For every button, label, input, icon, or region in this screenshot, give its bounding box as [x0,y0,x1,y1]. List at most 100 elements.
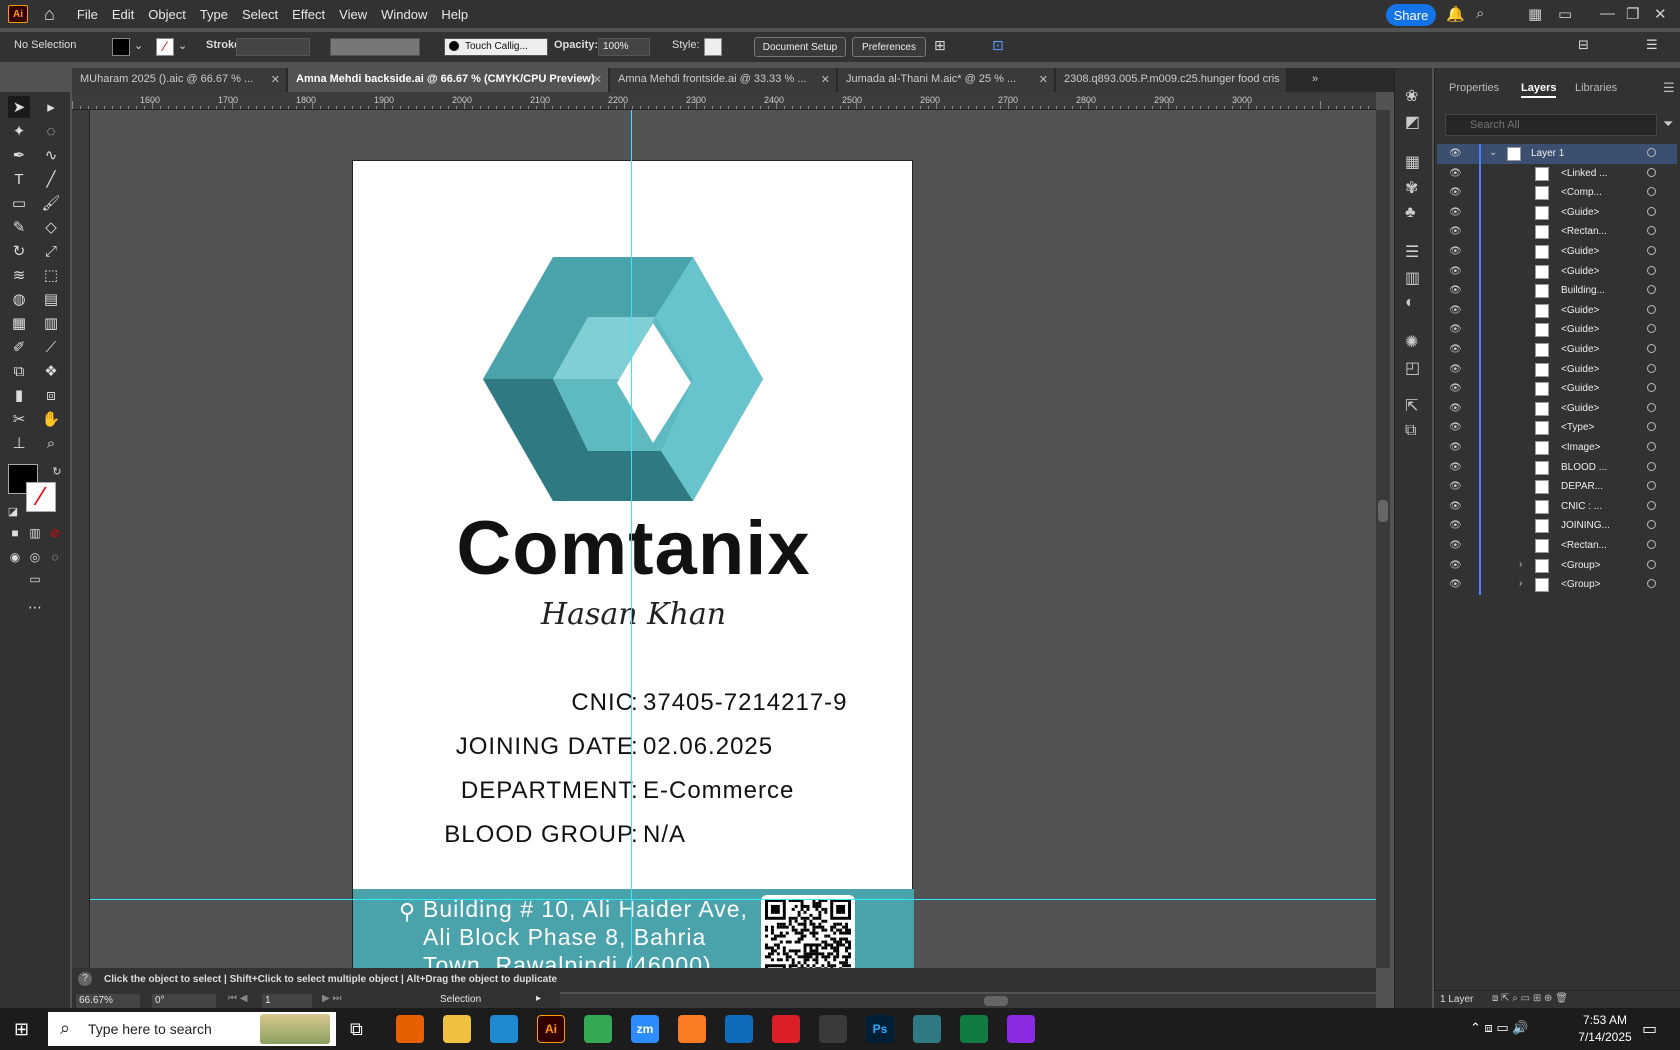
artboard-field[interactable]: 1 [262,994,312,1008]
target-circle-icon[interactable] [1647,187,1656,197]
home-icon[interactable]: ⌂ [44,4,55,25]
eraser-tool-icon[interactable]: ◇ [40,216,62,238]
print-tiling-tool-icon[interactable]: ⊥ [8,432,30,454]
fill-swatch[interactable] [112,38,130,56]
graphic-styles-icon[interactable]: ◰ [1405,358,1420,378]
column-graph-tool-icon[interactable]: ▮ [8,384,30,406]
target-circle-icon[interactable] [1647,383,1656,393]
panel-menu-icon[interactable]: ☰ [1663,80,1675,96]
sublayer-row[interactable]: 👁 <Comp... [1437,183,1677,204]
taskbar-file-explorer-icon[interactable] [443,1015,471,1043]
artboard-tool-icon[interactable]: ⧈ [40,384,62,406]
tab-hunger-food[interactable]: 2308.q893.005.P.m009.c25.hunger food cri… [1056,68,1286,92]
taskbar-vscode-icon[interactable] [490,1015,518,1043]
image-trace-icon[interactable]: ◩ [1405,112,1420,132]
target-circle-icon[interactable] [1647,481,1656,491]
taskbar-pen-tool-icon[interactable] [819,1015,847,1043]
visibility-eye-icon[interactable]: 👁 [1449,344,1462,355]
sublayer-row[interactable]: 👁 <Guide> [1437,261,1677,282]
taskbar-xampp-icon[interactable] [678,1015,706,1043]
minimize-icon[interactable]: — [1600,5,1615,22]
shape-builder-tool-icon[interactable]: ◍ [8,288,30,310]
layers-search-input[interactable] [1445,114,1657,136]
target-circle-icon[interactable] [1647,500,1656,510]
document-setup-button[interactable]: Document Setup [754,37,846,57]
sublayer-row[interactable]: 👁 <Rectan... [1437,222,1677,243]
artboards-icon[interactable]: ⧉ [1405,422,1416,440]
swap-colors-icon[interactable]: ↻ [46,460,68,482]
more-tabs-icon[interactable]: » [1304,68,1328,92]
mesh-tool-icon[interactable]: ▦ [8,312,30,334]
chevron-right-icon[interactable]: › [1519,578,1522,589]
hand-tool-icon[interactable]: ✋ [40,408,62,430]
sublayer-row[interactable]: 👁 <Guide> [1437,242,1677,262]
horizontal-scrollbar[interactable] [560,994,1376,1008]
sublayer-row[interactable]: 👁 <Guide> [1437,340,1677,360]
rectangle-tool-icon[interactable]: ▭ [8,192,30,214]
direct-selection-tool-icon[interactable]: ▸ [40,96,62,118]
type-tool-icon[interactable]: T [8,168,30,190]
color-mode-icon[interactable]: ■ [4,522,26,544]
tab-amna-backside[interactable]: Amna Mehdi backside.ai @ 66.67 % (CMYK/C… [288,68,608,92]
vertical-scrollbar[interactable] [1376,110,1390,968]
magic-wand-tool-icon[interactable]: ✦ [8,120,30,142]
visibility-eye-icon[interactable]: 👁 [1449,266,1462,277]
warp-tool-icon[interactable]: ≋ [8,264,30,286]
export-icon[interactable]: ⇱ [1405,396,1418,416]
slice-tool-icon[interactable]: ✂ [8,408,30,430]
vertical-guide[interactable] [631,110,632,968]
visibility-eye-icon[interactable]: 👁 [1449,540,1462,551]
target-circle-icon[interactable] [1647,461,1656,471]
target-circle-icon[interactable] [1647,402,1656,412]
restore-icon[interactable]: ❐ [1626,5,1639,23]
target-circle-icon[interactable] [1647,226,1656,236]
menu-select[interactable]: Select [242,7,278,22]
paintbrush-tool-icon[interactable]: 🖌 [40,192,62,214]
clock[interactable]: 7:53 AM 7/14/2025 [1568,1013,1642,1044]
rotation-field[interactable]: 0° [152,994,216,1008]
canvas[interactable]: Comtanix Hasan Khan CNIC:37405-7214217-9… [90,110,1376,968]
artboard-nav-icon[interactable]: ⏮ ◀ [228,993,247,1004]
target-circle-icon[interactable] [1647,206,1656,216]
visibility-eye-icon[interactable]: 👁 [1449,207,1462,218]
free-transform-tool-icon[interactable]: ⬚ [40,264,62,286]
target-circle-icon[interactable] [1647,540,1656,549]
artboard[interactable]: Comtanix Hasan Khan CNIC:37405-7214217-9… [352,160,914,968]
taskbar-winrar-icon[interactable] [1007,1015,1035,1043]
gradient-icon[interactable]: ▥ [1405,268,1420,288]
target-circle-icon[interactable] [1647,520,1656,530]
target-circle-icon[interactable] [1647,265,1656,275]
layer-row-layer-1[interactable]: 👁 ⌄ Layer 1 [1437,144,1677,164]
draw-inside-icon[interactable]: ◌ [44,546,66,568]
tab-jumada[interactable]: Jumada al-Thani M.aic* @ 25 % ... ✕ [838,68,1054,92]
search-icon[interactable]: ⌕ [1476,5,1484,22]
chevron-down-icon[interactable]: ⌄ [134,39,143,52]
visibility-eye-icon[interactable]: 👁 [1449,305,1462,316]
menu-window[interactable]: Window [381,7,427,22]
stroke-swatch[interactable]: ⁄ [156,38,174,56]
zoom-tool-icon[interactable]: ⌕ [40,432,62,454]
visibility-eye-icon[interactable]: 👁 [1449,520,1462,531]
tab-libraries[interactable]: Libraries [1575,82,1617,94]
close-icon[interactable]: ✕ [271,73,280,86]
target-circle-icon[interactable] [1647,422,1656,432]
curvature-tool-icon[interactable]: ∿ [40,144,62,166]
draw-normal-icon[interactable]: ◉ [4,546,26,568]
swatches-icon[interactable]: ▦ [1405,152,1420,172]
sublayer-row[interactable]: 👁 <Linked ... [1437,163,1677,184]
taskbar-chrome-icon[interactable] [584,1015,612,1043]
menu-effect[interactable]: Effect [292,7,325,22]
none-mode-icon[interactable]: ⊘ [44,522,66,544]
eyedropper-tool-icon[interactable]: ✐ [8,336,30,358]
panel-footer-icons[interactable]: ⧈ ⇱ ⌕ ▭ ⊞ ⊕ 🗑 [1492,993,1568,1004]
color-guide-icon[interactable]: ❀ [1405,86,1418,106]
visibility-eye-icon[interactable]: 👁 [1449,422,1462,433]
taskbar-search[interactable]: ⌕ Type here to search [48,1012,336,1046]
draw-behind-icon[interactable]: ◎ [24,546,46,568]
gradient-mode-icon[interactable]: ▥ [24,522,46,544]
visibility-eye-icon[interactable]: 👁 [1449,324,1462,335]
taskbar-app-diamond-icon[interactable] [913,1015,941,1043]
visibility-eye-icon[interactable]: 👁 [1449,364,1462,375]
close-icon[interactable]: ✕ [1654,5,1667,23]
appearance-icon[interactable]: ✺ [1405,332,1418,352]
